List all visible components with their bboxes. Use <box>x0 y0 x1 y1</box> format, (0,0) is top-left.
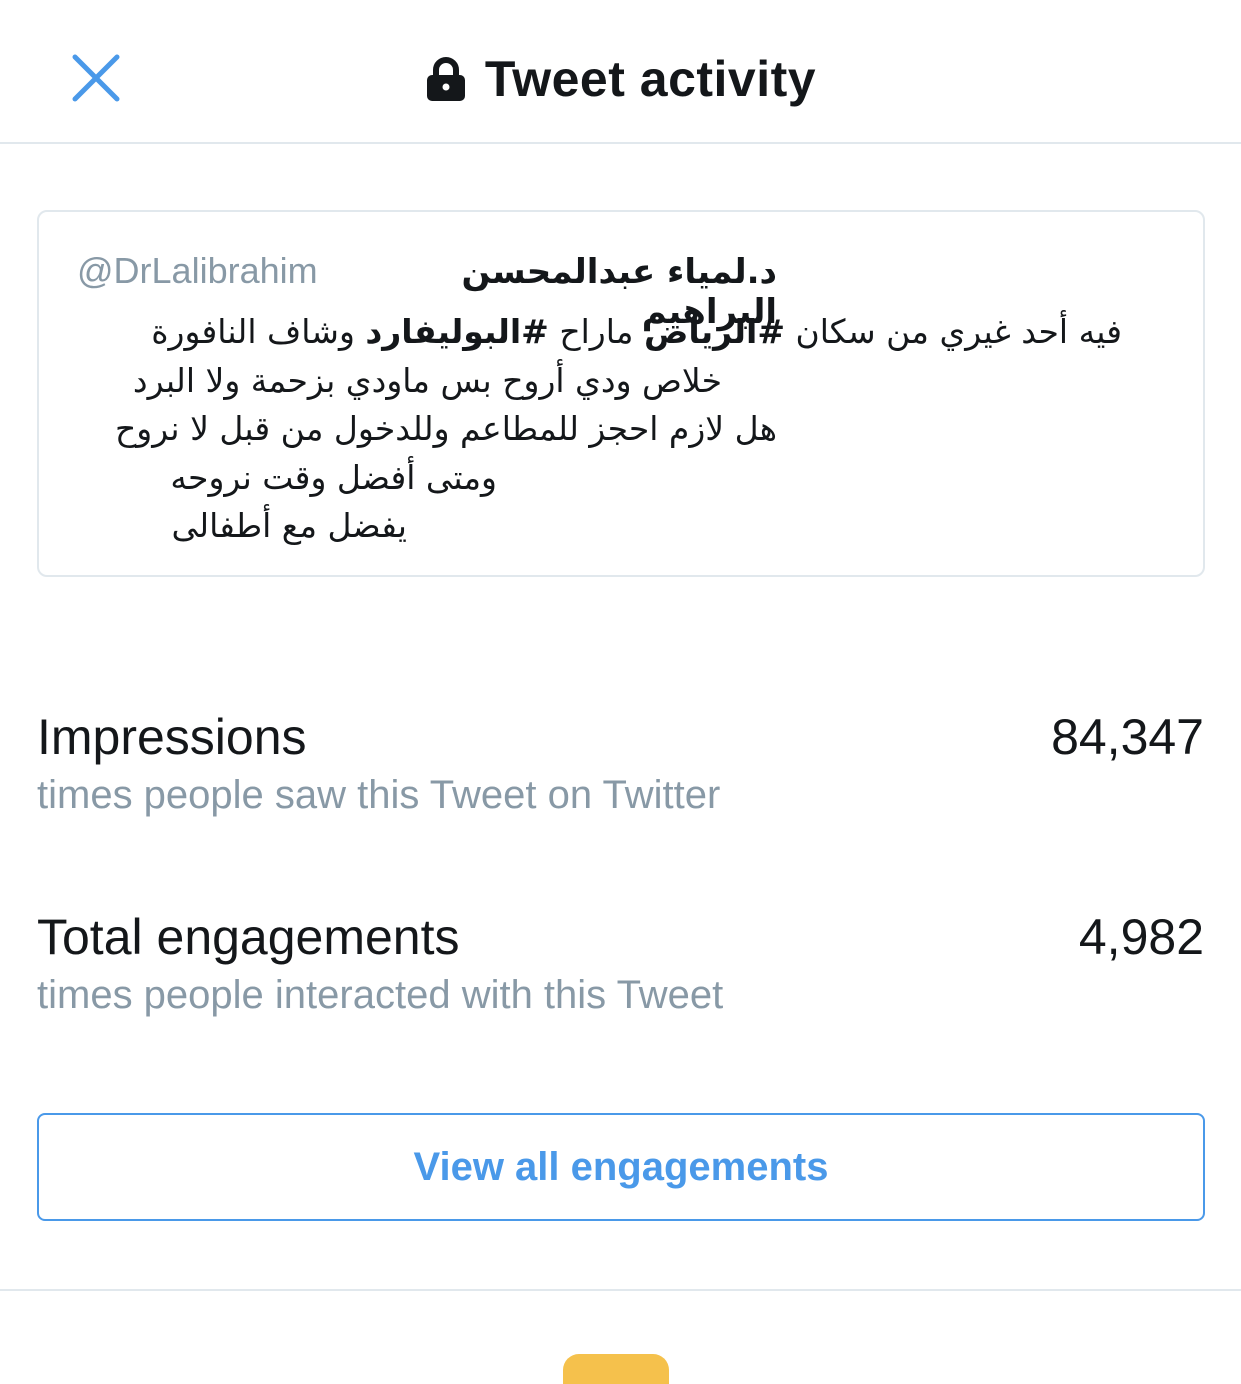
engagements-value: 4,982 <box>1078 909 1204 965</box>
hashtag-link[interactable]: #البوليفارد <box>365 312 548 351</box>
tweet-line: هل لازم احجز للمطاعم وللدخول من قبل لا ن… <box>114 409 777 448</box>
impressions-label: Impressions <box>37 709 307 765</box>
tweet-text: فيه أحد غيري من سكان #الرياض ماراح #البو… <box>77 308 1122 551</box>
tweet-text-segment: ماراح <box>548 312 644 351</box>
lock-icon <box>426 57 465 101</box>
tweet-author: د.لمياء عبدالمحسن البراهيم @DrLalibrahim <box>77 250 777 332</box>
tweet-text-segment: وشاف النافورة <box>151 312 366 351</box>
tweet-text-segment: فيه أحد غيري من سكان <box>785 312 1123 351</box>
tweet-line: يفضل مع أطفالى <box>171 506 407 545</box>
header-title-group: Tweet activity <box>0 44 1241 114</box>
tweet-line: خلاص ودي أروح بس ماودي بزحمة ولا البرد <box>132 360 722 400</box>
impressions-subtitle: times people saw this Tweet on Twitter <box>37 773 721 817</box>
hashtag-link[interactable]: #الرياض <box>644 312 785 351</box>
engagements-label: Total engagements <box>37 909 460 965</box>
promote-icon[interactable] <box>563 1354 669 1384</box>
author-handle: @DrLalibrahim <box>77 250 318 291</box>
tweet-line: ومتى أفضل وقت نروحه <box>170 457 497 497</box>
tweet-card[interactable]: د.لمياء عبدالمحسن البراهيم @DrLalibrahim… <box>37 210 1205 577</box>
header-bar: Tweet activity <box>0 0 1241 144</box>
impressions-metric: Impressions times people saw this Tweet … <box>37 707 1204 823</box>
engagements-metric: Total engagements times people interacte… <box>37 907 1204 1023</box>
page-title: Tweet activity <box>484 51 817 107</box>
tweet-line: فيه أحد غيري من سكان #الرياض ماراح #البو… <box>77 308 1122 357</box>
view-all-engagements-button[interactable]: View all engagements <box>37 1113 1205 1221</box>
impressions-value: 84,347 <box>1051 709 1204 765</box>
divider <box>0 1289 1241 1291</box>
engagements-subtitle: times people interacted with this Tweet <box>37 973 724 1017</box>
